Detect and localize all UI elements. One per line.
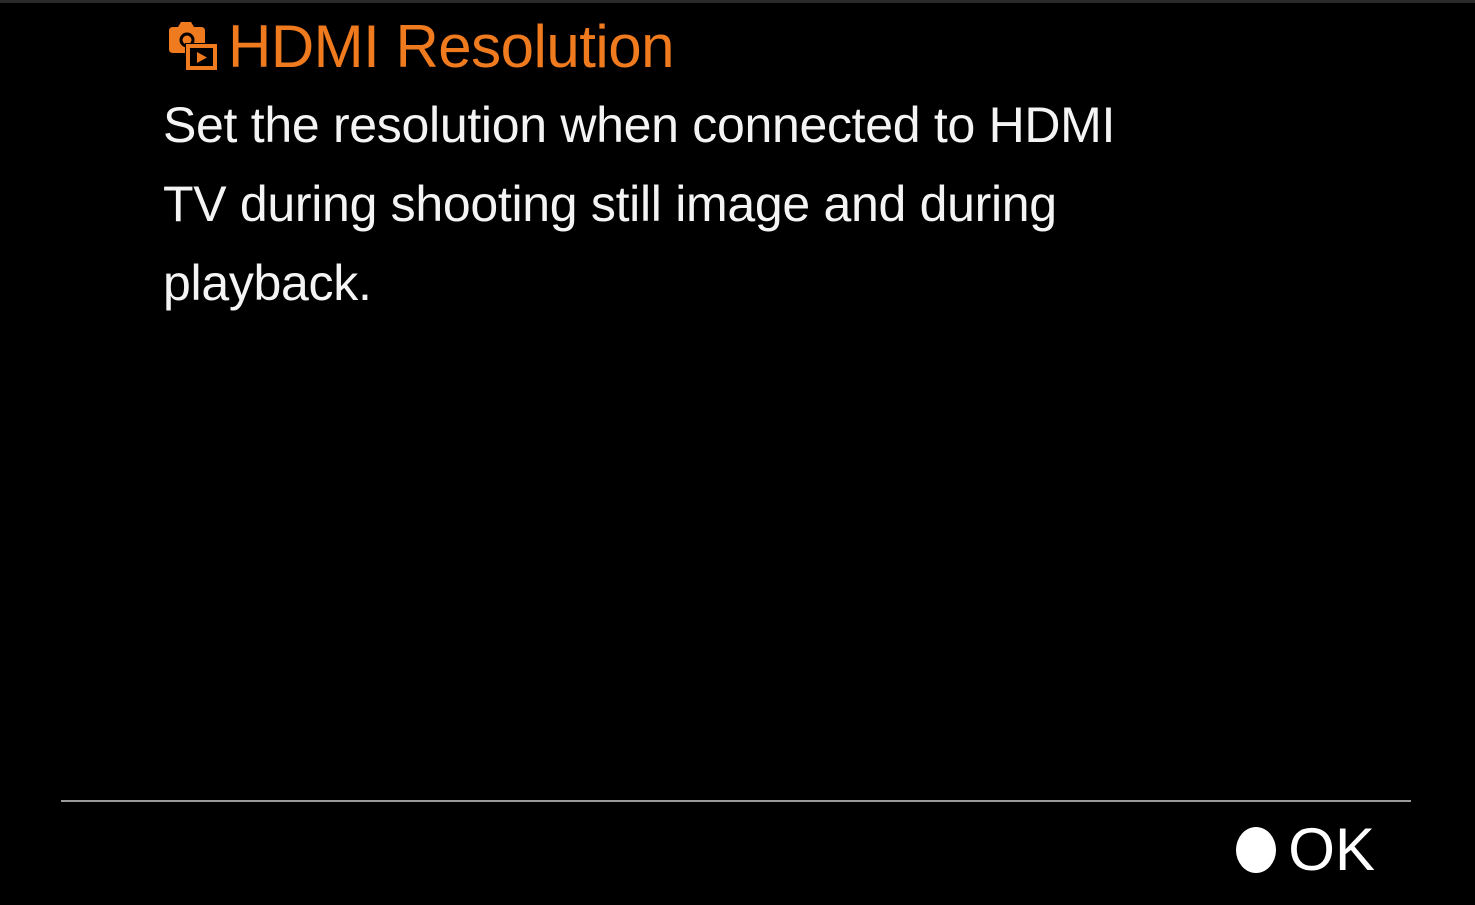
footer-divider [61,800,1411,802]
camera-menu-help-screen: HDMI Resolution Set the resolution when … [0,0,1475,905]
top-edge [0,0,1475,3]
camera-playback-icon [169,22,218,71]
ok-button[interactable]: OK [1236,818,1375,882]
center-button-dot-icon [1236,827,1277,873]
help-description: Set the resolution when connected to HDM… [163,97,1116,311]
page-title: HDMI Resolution [228,13,675,80]
ok-button-label: OK [1288,816,1375,883]
help-header: HDMI Resolution [166,13,675,80]
